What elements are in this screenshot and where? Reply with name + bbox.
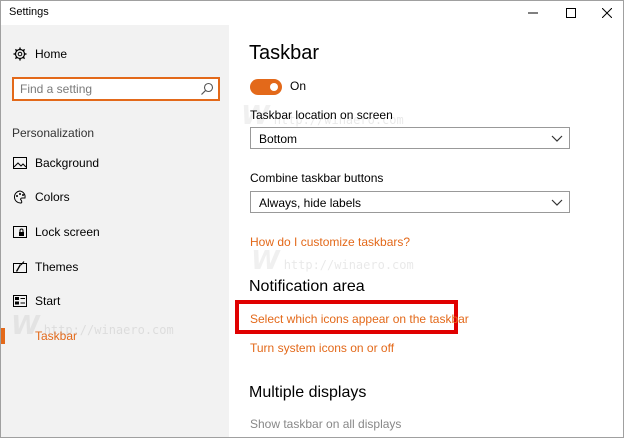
sidebar-item-background[interactable]: Background (1, 146, 229, 180)
start-icon (12, 293, 28, 309)
page-title: Taskbar (249, 42, 320, 64)
settings-window: Settings Home Find a setting Personaliza… (0, 0, 624, 438)
location-label: Taskbar location on screen (250, 108, 393, 122)
sidebar-item-label: Colors (35, 190, 70, 204)
sidebar-item-lock-screen[interactable]: Lock screen (1, 215, 229, 249)
customize-taskbars-link[interactable]: How do I customize taskbars? (250, 235, 410, 249)
sidebar-item-label: Lock screen (35, 225, 100, 239)
system-icons-link[interactable]: Turn system icons on or off (250, 341, 394, 355)
maximize-icon (566, 8, 576, 18)
taskbar-location-dropdown[interactable]: Bottom (250, 127, 570, 149)
combine-label: Combine taskbar buttons (250, 171, 384, 185)
close-icon (602, 8, 612, 18)
lock-screen-icon (12, 224, 28, 240)
show-all-displays-label: Show taskbar on all displays (250, 417, 402, 431)
select-icons-link[interactable]: Select which icons appear on the taskbar (250, 312, 469, 326)
sidebar-item-label: Background (35, 156, 100, 170)
sidebar: Home Personalization Background (1, 25, 229, 437)
chevron-down-icon (551, 135, 563, 142)
sidebar-item-label: Home (35, 47, 68, 61)
section-heading-personalization: Personalization (12, 126, 95, 140)
dropdown-value: Bottom (259, 132, 298, 146)
title-bar: Settings (1, 1, 623, 25)
sidebar-item-home[interactable]: Home (1, 42, 229, 66)
dropdown-value: Always, hide labels (259, 196, 362, 210)
notification-area-heading: Notification area (249, 278, 365, 295)
toggle-state-label: On (290, 79, 307, 93)
gear-icon (12, 46, 28, 62)
sidebar-item-themes[interactable]: Themes (1, 250, 229, 284)
picture-icon (12, 155, 28, 171)
minimize-button[interactable] (515, 1, 551, 25)
combine-buttons-dropdown[interactable]: Always, hide labels (250, 191, 570, 213)
toggle-knob (270, 83, 278, 91)
search-input[interactable] (20, 81, 190, 97)
palette-icon (12, 189, 28, 205)
main-content: Taskbar On Taskbar location on screen Bo… (229, 25, 623, 437)
search-box[interactable] (12, 77, 220, 101)
maximize-button[interactable] (553, 1, 589, 25)
sidebar-item-colors[interactable]: Colors (1, 180, 229, 214)
taskbar-lock-toggle[interactable] (250, 79, 282, 95)
sidebar-item-label: Taskbar (35, 329, 78, 343)
sidebar-item-label: Themes (35, 260, 79, 274)
chevron-down-icon (551, 199, 563, 206)
close-button[interactable] (589, 1, 623, 25)
sidebar-item-taskbar[interactable]: Taskbar (1, 319, 229, 353)
window-title: Settings (9, 6, 49, 18)
themes-icon (12, 259, 28, 275)
search-icon[interactable] (200, 82, 214, 96)
sidebar-item-label: Start (35, 294, 61, 308)
multiple-displays-heading: Multiple displays (249, 384, 367, 401)
minimize-icon (528, 12, 538, 14)
sidebar-item-start[interactable]: Start (1, 284, 229, 318)
selection-indicator (1, 328, 5, 344)
